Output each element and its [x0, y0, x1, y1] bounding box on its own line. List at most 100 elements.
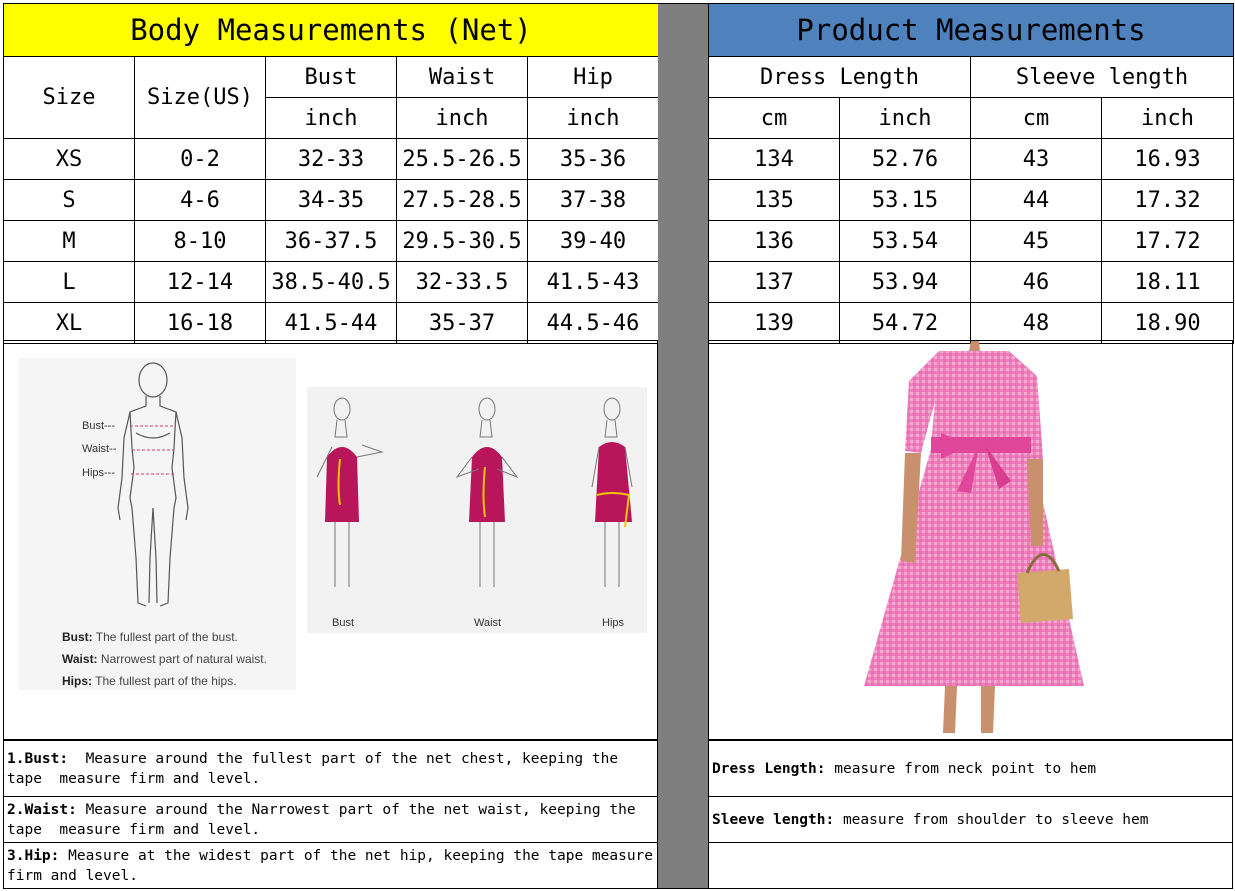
cell-hip: 39-40 — [527, 220, 659, 262]
body-table-title: Body Measurements (Net) — [3, 3, 659, 57]
def-hips: Hips: The fullest part of the hips. — [62, 674, 237, 688]
product-table-title: Product Measurements — [707, 3, 1235, 57]
col-dress-length: Dress Length — [708, 56, 971, 98]
table-row: S 4-6 34-35 27.5-28.5 37-38 — [3, 179, 659, 221]
note-bust: 1.Bust: Measure around the fullest part … — [3, 740, 658, 797]
cell-bust: 41.5-44 — [265, 302, 397, 344]
note-text: measure from shoulder to sleeve hem — [834, 811, 1149, 828]
body-outline-icon — [117, 362, 189, 607]
cell-dress-cm: 136 — [708, 220, 840, 262]
cell-dress-inch: 53.15 — [839, 179, 971, 221]
note-waist-text: 2.Waist: Measure around the Narrowest pa… — [7, 800, 654, 840]
cell-sleeve-inch: 16.93 — [1100, 138, 1235, 180]
table-row: 137 53.94 46 18.11 — [708, 261, 1235, 303]
table-row: XL 16-18 41.5-44 35-37 44.5-46 — [3, 302, 659, 344]
table-row: M 8-10 36-37.5 29.5-30.5 39-40 — [3, 220, 659, 262]
def-bust: Bust: The fullest part of the bust. — [62, 630, 238, 644]
cell-waist: 32-33.5 — [396, 261, 528, 303]
unit-sleeve-inch: inch — [1100, 97, 1235, 139]
note-term: Sleeve length: — [712, 811, 835, 828]
note-sleeve-length-text: Sleeve length: measure from shoulder to … — [712, 810, 1229, 830]
unit-dress-cm: cm — [708, 97, 840, 139]
cell-bust: 32-33 — [265, 138, 397, 180]
body-outline-figure: Bust--- Waist-- Hips--- Bust: The fulles… — [18, 358, 296, 690]
cell-dress-inch: 54.72 — [839, 302, 971, 344]
cell-bust: 38.5-40.5 — [265, 261, 397, 303]
cell-dress-cm: 139 — [708, 302, 840, 344]
cell-dress-cm: 134 — [708, 138, 840, 180]
note-bust-text: 1.Bust: Measure around the fullest part … — [7, 749, 654, 789]
waist-mark-label: Waist-- — [82, 443, 117, 455]
def-text: The fullest part of the hips. — [95, 674, 237, 688]
table-row: 135 53.15 44 17.32 — [708, 179, 1235, 221]
def-term: Waist: — [62, 652, 98, 666]
def-term: Hips: — [62, 674, 92, 688]
cell-sleeve-cm: 43 — [970, 138, 1102, 180]
cell-sleeve-cm: 48 — [970, 302, 1102, 344]
unit-hip: inch — [527, 97, 659, 139]
figure-label-bust: Bust — [332, 617, 355, 629]
table-row: 136 53.54 45 17.72 — [708, 220, 1235, 262]
cell-hip: 35-36 — [527, 138, 659, 180]
cell-sleeve-inch: 17.72 — [1100, 220, 1235, 262]
cell-sleeve-inch: 18.90 — [1100, 302, 1235, 344]
how-to-measure-figure: Bust Waist Hips — [307, 387, 647, 633]
divider-column — [658, 3, 708, 889]
unit-bust: inch — [265, 97, 397, 139]
unit-sleeve-cm: cm — [970, 97, 1102, 139]
cell-size: M — [3, 220, 135, 262]
cell-waist: 25.5-26.5 — [396, 138, 528, 180]
unit-dress-inch: inch — [839, 97, 971, 139]
figure-label-hips: Hips — [602, 617, 625, 629]
cell-size-us: 0-2 — [134, 138, 266, 180]
cell-bust: 34-35 — [265, 179, 397, 221]
note-sleeve-length: Sleeve length: measure from shoulder to … — [708, 796, 1233, 843]
col-hip: Hip — [527, 56, 659, 98]
cell-sleeve-cm: 46 — [970, 261, 1102, 303]
note-dress-length: Dress Length: measure from neck point to… — [708, 740, 1233, 797]
cell-sleeve-inch: 18.11 — [1100, 261, 1235, 303]
table-row: L 12-14 38.5-40.5 32-33.5 41.5-43 — [3, 261, 659, 303]
def-term: Bust: — [62, 630, 93, 644]
cell-dress-inch: 53.54 — [839, 220, 971, 262]
cell-sleeve-cm: 44 — [970, 179, 1102, 221]
cell-size-us: 12-14 — [134, 261, 266, 303]
col-size: Size — [3, 56, 135, 139]
col-sleeve-length: Sleeve length — [969, 56, 1235, 98]
cell-size-us: 8-10 — [134, 220, 266, 262]
note-term: 1.Bust: — [7, 750, 69, 767]
note-text: measure from neck point to hem — [825, 760, 1097, 777]
def-waist: Waist: Narrowest part of natural waist. — [62, 652, 267, 666]
cell-hip: 41.5-43 — [527, 261, 659, 303]
def-text: Narrowest part of natural waist. — [100, 652, 267, 666]
note-hip: 3.Hip: Measure at the widest part of the… — [3, 842, 658, 889]
product-measurements-table: Product Measurements Dress Length Sleeve… — [707, 3, 1235, 344]
body-measurements-table: Body Measurements (Net) Size Size(US) Bu… — [3, 3, 659, 344]
hips-mark-label: Hips--- — [82, 467, 115, 479]
table-row: 139 54.72 48 18.90 — [708, 302, 1235, 344]
col-waist: Waist — [396, 56, 528, 98]
note-text: Measure around the Narrowest part of the… — [7, 801, 645, 838]
note-text: Measure at the widest part of the net hi… — [7, 847, 662, 884]
note-waist: 2.Waist: Measure around the Narrowest pa… — [3, 796, 658, 843]
cell-waist: 27.5-28.5 — [396, 179, 528, 221]
cell-size-us: 16-18 — [134, 302, 266, 344]
cell-waist: 35-37 — [396, 302, 528, 344]
cell-dress-inch: 52.76 — [839, 138, 971, 180]
cell-dress-inch: 53.94 — [839, 261, 971, 303]
cell-dress-cm: 135 — [708, 179, 840, 221]
note-term: Dress Length: — [712, 760, 826, 777]
cell-size: XL — [3, 302, 135, 344]
cell-sleeve-inch: 17.32 — [1100, 179, 1235, 221]
dress-product-image — [864, 341, 1084, 733]
measurement-guide-panel: Bust--- Waist-- Hips--- Bust: The fulles… — [3, 340, 658, 740]
measure-figures-icon — [316, 397, 633, 587]
cell-size: L — [3, 261, 135, 303]
cell-hip: 37-38 — [527, 179, 659, 221]
note-term: 2.Waist: — [7, 801, 77, 818]
note-term: 3.Hip: — [7, 847, 60, 864]
figure-label-waist: Waist — [474, 617, 502, 629]
cell-waist: 29.5-30.5 — [396, 220, 528, 262]
note-text: Measure around the fullest part of the n… — [7, 750, 627, 787]
cell-dress-cm: 137 — [708, 261, 840, 303]
